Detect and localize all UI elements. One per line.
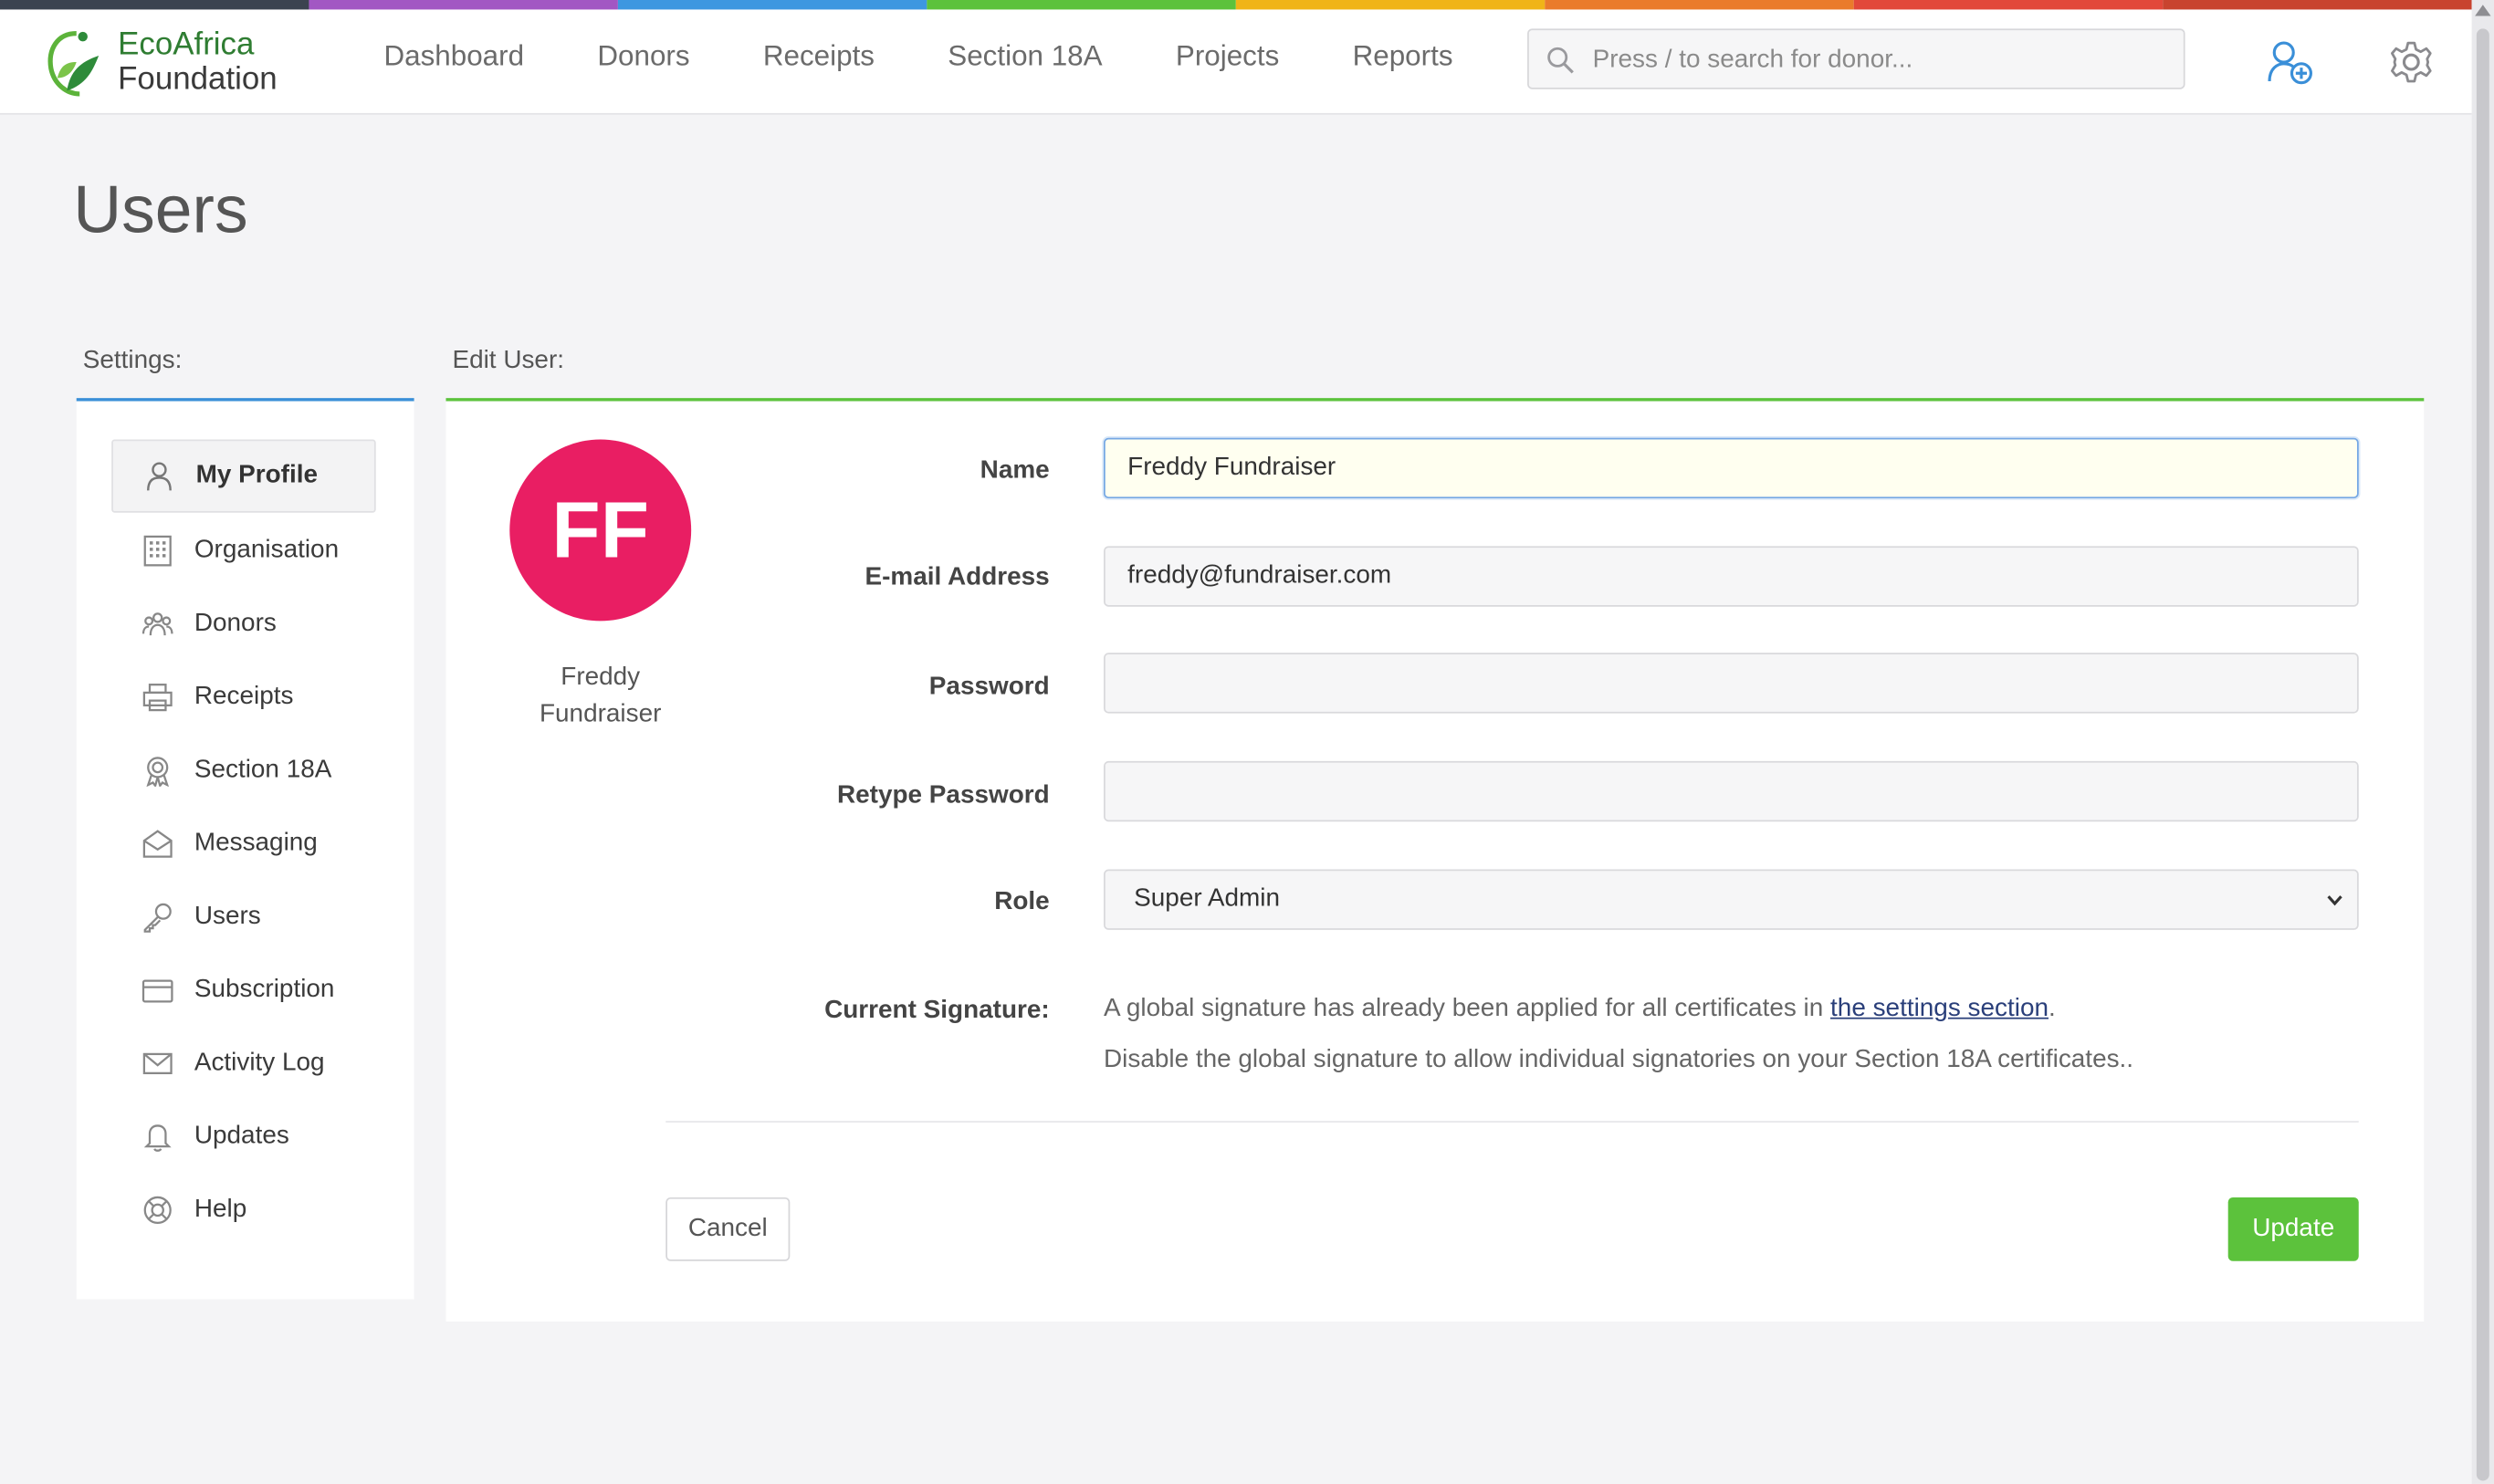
card-icon [141,973,175,1008]
printer-icon [141,680,175,715]
logo[interactable]: EcoAfrica Foundation [45,26,278,99]
building-icon [141,533,175,568]
sidebar-item-label: Subscription [194,976,335,1004]
name-field[interactable] [1104,437,2359,499]
avatar-name: Freddy Fundraiser [484,659,717,732]
signature-label: Current Signature: [824,997,1050,1024]
search-icon [1547,47,1574,74]
signature-text-after: . [2048,995,2056,1023]
chevron-down-icon [2327,895,2342,906]
sidebar-item-label: Updates [194,1122,289,1150]
key-icon [141,900,175,935]
sidebar-item-label: Messaging [194,829,318,857]
edit-user-heading: Edit User: [445,334,2425,402]
top-bar: EcoAfrica Foundation Dashboard Donors Re… [0,9,2472,115]
group-icon [141,607,175,642]
sidebar-item-label: My Profile [195,461,318,489]
stripe-5 [1235,0,1546,10]
settings-heading: Settings: [76,334,414,402]
role-label: Role [994,888,1050,916]
gear-icon[interactable] [2387,38,2435,86]
cancel-button[interactable]: Cancel [665,1197,791,1261]
name-label: Name [980,456,1050,485]
stripe-1 [0,0,309,10]
brand-line1: EcoAfrica [118,26,255,63]
sidebar-item-label: Donors [194,610,277,637]
lifebuoy-icon [141,1193,175,1228]
signature-text-before: A global signature has already been appl… [1104,995,1831,1023]
nav-receipts[interactable]: Receipts [763,40,875,74]
sidebar-item-label: Activity Log [194,1049,325,1077]
stripe-2 [309,0,618,10]
sidebar-item-label: Help [194,1196,247,1223]
award-icon [141,753,175,788]
password-label: Password [928,673,1050,701]
email-label: E-mail Address [865,563,1050,591]
update-button[interactable]: Update [2227,1197,2359,1261]
nav-section-18a[interactable]: Section 18A [948,40,1102,74]
password-field[interactable] [1104,653,2359,714]
stripe-6 [1545,0,1854,10]
leaf-logo-icon [47,31,100,97]
search-input[interactable] [1589,30,2170,91]
nav-dashboard[interactable]: Dashboard [383,40,524,74]
sidebar-item-users[interactable]: Users [111,881,376,954]
sidebar-item-label: Receipts [194,683,294,711]
scrollbar[interactable] [2471,0,2494,1484]
edit-user-panel: FF Freddy Fundraiser Name E-mail Address… [445,401,2425,1322]
sidebar-item-my-profile[interactable]: My Profile [111,439,376,513]
stripe-4 [927,0,1236,10]
settings-section-link[interactable]: the settings section [1830,995,2049,1022]
main-nav: Dashboard Donors Receipts Section 18A Pr… [383,40,1525,74]
sidebar-item-messaging[interactable]: Messaging [111,808,376,881]
sidebar-item-label: Section 18A [194,756,332,784]
scroll-up-icon[interactable] [2475,5,2491,16]
sidebar-item-updates[interactable]: Updates [111,1101,376,1174]
sidebar-item-organisation[interactable]: Organisation [111,515,376,588]
sidebar-item-receipts[interactable]: Receipts [111,661,376,734]
stripe-7 [1853,0,2164,10]
nav-donors[interactable]: Donors [597,40,689,74]
envelope-open-icon [141,826,175,861]
sidebar-item-help[interactable]: Help [111,1174,376,1247]
sidebar-item-subscription[interactable]: Subscription [111,954,376,1027]
stripe-3 [617,0,927,10]
sidebar-item-activity-log[interactable]: Activity Log [111,1027,376,1100]
divider [665,1121,2359,1123]
sidebar-item-donors[interactable]: Donors [111,588,376,661]
brand-line2: Foundation [118,62,278,98]
rainbow-stripe [0,0,2472,10]
settings-sidebar: My Profile Organisation Donors Receipts … [76,401,414,1300]
stripe-8 [2163,0,2472,10]
add-user-icon[interactable] [2267,38,2314,86]
edit-user-heading-label: Edit User: [452,347,565,374]
sidebar-item-label: Users [194,903,261,930]
nav-projects[interactable]: Projects [1176,40,1279,74]
sidebar-item-section-18a[interactable]: Section 18A [111,734,376,807]
role-select[interactable]: Super Admin [1104,869,2359,930]
envelope-icon [141,1046,175,1081]
retype-password-label: Retype Password [836,781,1050,810]
signature-info-line2: Disable the global signature to allow in… [1104,1046,2134,1073]
search-box [1527,28,2185,91]
sidebar-item-label: Organisation [194,536,340,564]
page-title: Users [73,172,248,247]
user-icon [141,458,176,493]
nav-reports[interactable]: Reports [1353,40,1453,74]
signature-info-line1: A global signature has already been appl… [1104,995,2056,1023]
avatar-name-line2: Fundraiser [539,700,662,728]
settings-heading-label: Settings: [82,347,183,374]
avatar: FF [509,439,692,622]
bell-icon [141,1119,175,1154]
scrollbar-thumb[interactable] [2476,28,2489,1481]
retype-password-field[interactable] [1104,760,2359,822]
avatar-name-line1: Freddy [561,664,641,692]
email-field[interactable] [1104,546,2359,607]
role-select-value: Super Admin [1134,884,1280,913]
